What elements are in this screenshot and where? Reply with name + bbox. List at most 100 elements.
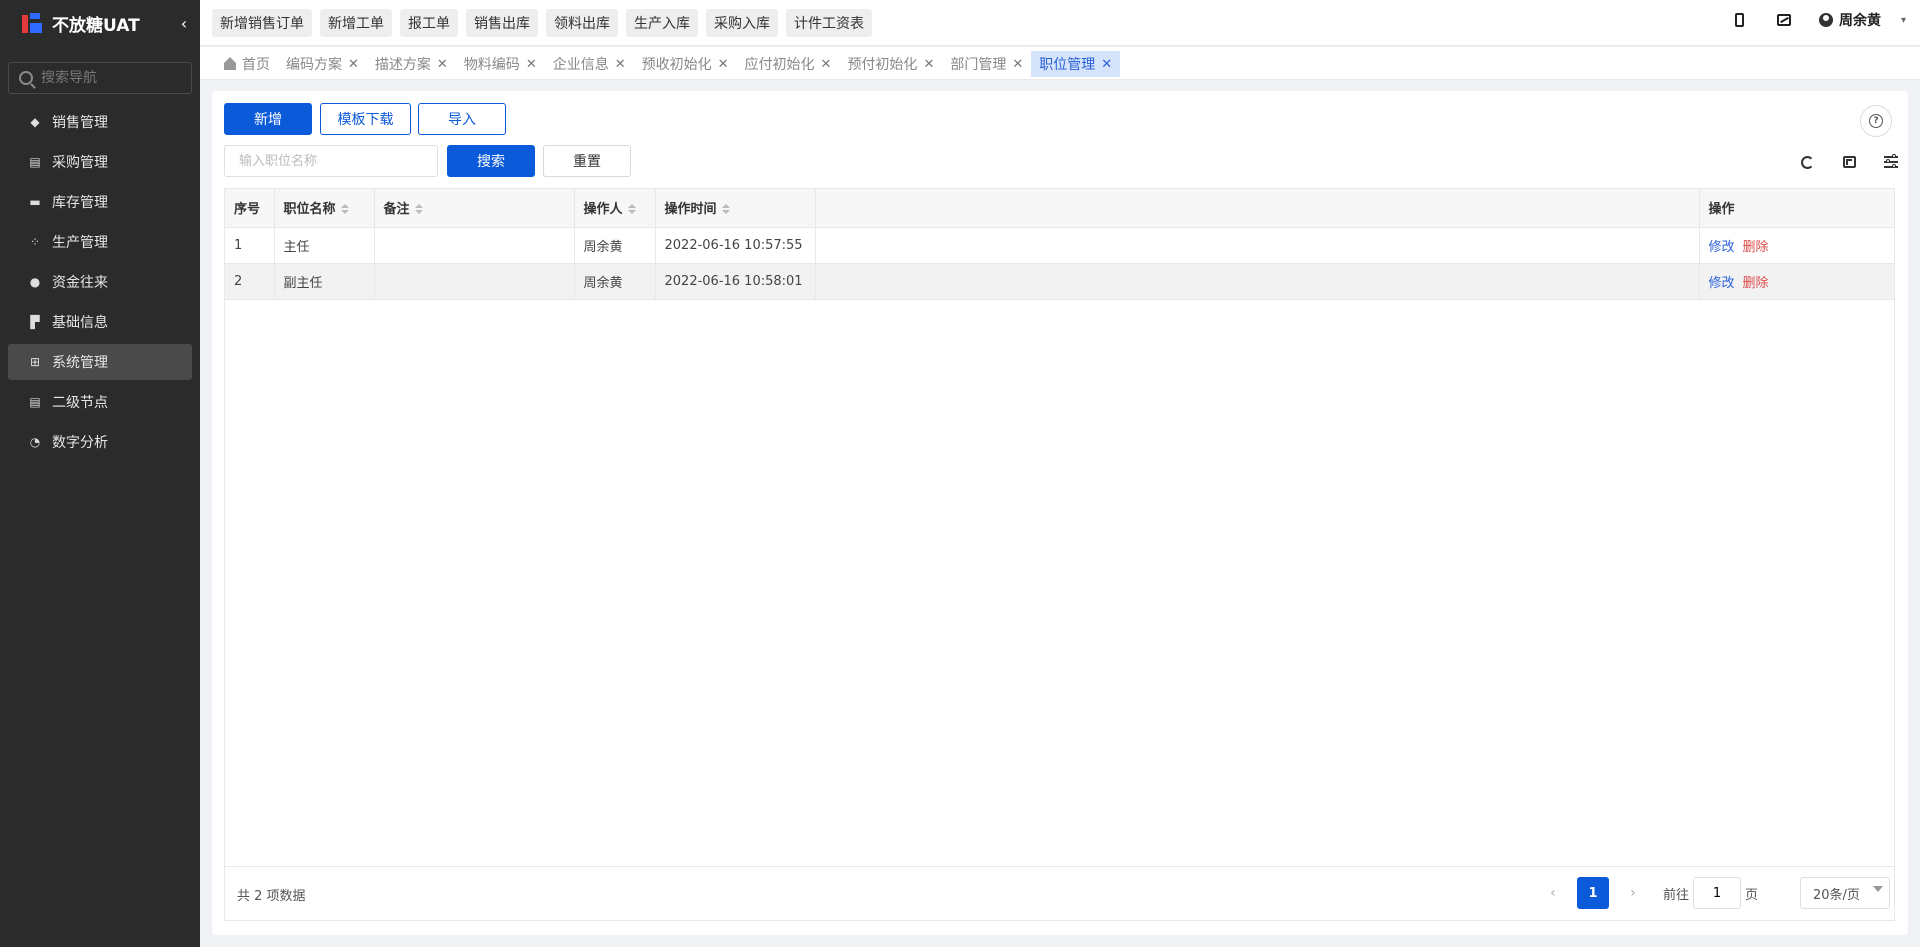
user-name: 周余黄 (1838, 13, 1881, 29)
close-icon[interactable]: ✕ (718, 57, 729, 72)
quick-add-sales-order-button[interactable]: 新增销售订单 (212, 9, 312, 37)
top-right-tools: 周余黄 ▾ (1731, 10, 1906, 30)
tab-label: 预收初始化 (641, 57, 712, 73)
sidebar-item-analysis[interactable]: ◔ 数字分析 (8, 424, 192, 460)
quick-material-outbound-button[interactable]: 领料出库 (546, 9, 618, 37)
chevron-left-icon[interactable]: ‹ (174, 13, 194, 33)
close-icon[interactable]: ✕ (923, 57, 934, 72)
close-icon[interactable]: ✕ (1101, 57, 1112, 72)
column-settings-icon[interactable] (1880, 151, 1902, 173)
page-size-select[interactable]: 20条/页 (1800, 877, 1890, 909)
tab-department[interactable]: 部门管理 ✕ (942, 51, 1031, 77)
next-page-icon[interactable]: › (1621, 877, 1645, 909)
sort-icon[interactable] (721, 203, 730, 216)
sidebar-search-input[interactable] (41, 70, 181, 86)
delete-link[interactable]: 删除 (1743, 240, 1769, 255)
tab-prepayment-init[interactable]: 预付初始化 ✕ (839, 51, 942, 77)
tab-label: 职位管理 (1039, 57, 1096, 73)
sort-icon[interactable] (414, 203, 423, 216)
quick-work-report-button[interactable]: 报工单 (400, 9, 458, 37)
close-icon[interactable]: ✕ (526, 57, 537, 72)
tab-label: 预付初始化 (847, 57, 918, 73)
box-icon: ▬ (29, 195, 41, 209)
brand: 不放糖UAT ‹ (0, 0, 200, 46)
edit-link[interactable]: 修改 (1709, 276, 1735, 291)
sidebar-item-basic-info[interactable]: ▛ 基础信息 (8, 304, 192, 340)
money-icon: ● (29, 275, 41, 289)
sidebar-search[interactable] (8, 62, 192, 94)
mobile-icon[interactable] (1731, 11, 1749, 29)
quick-add-work-order-button[interactable]: 新增工单 (320, 9, 392, 37)
tab-coding-scheme[interactable]: 编码方案 ✕ (278, 51, 367, 77)
sidebar-item-sales[interactable]: ◆ 销售管理 (8, 104, 192, 140)
quick-sales-outbound-button[interactable]: 销售出库 (466, 9, 538, 37)
table-footer: 共 2 项数据 ‹ 1 › 前往 页 20条/页 (225, 866, 1894, 920)
tabs-bar: 首页 编码方案 ✕ 描述方案 ✕ 物料编码 ✕ 企业信息 ✕ 预收初始化 ✕ 应… (200, 47, 1920, 80)
page-tabs: 首页 编码方案 ✕ 描述方案 ✕ 物料编码 ✕ 企业信息 ✕ 预收初始化 ✕ 应… (216, 51, 1121, 77)
user-menu[interactable]: 周余黄 ▾ (1818, 10, 1906, 30)
tab-description-scheme[interactable]: 描述方案 ✕ (367, 51, 456, 77)
sidebar: 不放糖UAT ‹ ◆ 销售管理 ▤ 采购管理 ▬ 库存管理 ⁘ 生产管理 ● 资… (0, 0, 200, 947)
column-header-position-name[interactable]: 职位名称 (274, 189, 375, 228)
close-icon[interactable]: ✕ (1012, 57, 1023, 72)
refresh-icon[interactable] (1796, 151, 1818, 173)
close-icon[interactable]: ✕ (615, 57, 626, 72)
tab-label: 企业信息 (552, 57, 609, 73)
add-button[interactable]: 新增 (224, 103, 312, 135)
tag-icon: ◆ (30, 115, 40, 129)
tab-label: 部门管理 (950, 57, 1007, 73)
tab-advance-receipt-init[interactable]: 预收初始化 ✕ (634, 51, 737, 77)
search-button[interactable]: 搜索 (447, 145, 535, 177)
tab-material-coding[interactable]: 物料编码 ✕ (456, 51, 545, 77)
sort-icon[interactable] (627, 203, 636, 216)
goto-page-input[interactable] (1692, 877, 1741, 909)
page-unit-label: 页 (1744, 887, 1758, 903)
column-header-operator[interactable]: 操作人 (574, 189, 656, 228)
column-header-remark[interactable]: 备注 (374, 189, 575, 228)
cell-operation-time: 2022-06-16 10:57:55 (655, 227, 816, 264)
delete-link[interactable]: 删除 (1743, 276, 1769, 291)
tab-payable-init[interactable]: 应付初始化 ✕ (737, 51, 840, 77)
position-name-input[interactable] (224, 145, 438, 177)
close-icon[interactable]: ✕ (437, 57, 448, 72)
quick-purchase-inbound-button[interactable]: 采购入库 (706, 9, 778, 37)
dashboard-icon[interactable] (1775, 11, 1793, 29)
sidebar-item-system[interactable]: ⊞ 系统管理 (8, 344, 192, 380)
template-download-button[interactable]: 模板下载 (320, 103, 411, 135)
sidebar-item-label: 生产管理 (52, 235, 108, 251)
cluster-icon: ⁘ (29, 235, 41, 249)
cell-operator: 周余黄 (574, 227, 656, 264)
fullscreen-icon[interactable] (1838, 151, 1860, 173)
page-number[interactable]: 1 (1576, 877, 1609, 909)
sidebar-item-production[interactable]: ⁘ 生产管理 (8, 224, 192, 260)
reset-button[interactable]: 重置 (543, 145, 631, 177)
close-icon[interactable]: ✕ (348, 57, 359, 72)
quick-piecework-wage-button[interactable]: 计件工资表 (786, 9, 872, 37)
quick-production-inbound-button[interactable]: 生产入库 (626, 9, 698, 37)
edit-link[interactable]: 修改 (1709, 240, 1735, 255)
sidebar-item-label: 基础信息 (52, 315, 108, 331)
sort-icon[interactable] (340, 203, 349, 216)
help-button[interactable]: ? (1860, 105, 1892, 137)
column-header-operation-time[interactable]: 操作时间 (655, 189, 816, 228)
sidebar-item-secondary-node[interactable]: ▤ 二级节点 (8, 384, 192, 420)
prev-page-icon[interactable]: ‹ (1541, 877, 1565, 909)
sidebar-item-purchase[interactable]: ▤ 采购管理 (8, 144, 192, 180)
pagination: ‹ 1 › 前往 页 20条/页 (1529, 877, 1890, 909)
cell-actions: 修改 删除 (1699, 263, 1895, 300)
sidebar-item-inventory[interactable]: ▬ 库存管理 (8, 184, 192, 220)
sidebar-item-label: 系统管理 (52, 355, 108, 371)
tab-position[interactable]: 职位管理 ✕ (1031, 51, 1121, 77)
sidebar-item-label: 数字分析 (52, 435, 108, 451)
top-bar: 新增销售订单 新增工单 报工单 销售出库 领料出库 生产入库 采购入库 计件工资… (200, 0, 1920, 46)
tab-company-info[interactable]: 企业信息 ✕ (545, 51, 634, 77)
cell-spacer (815, 227, 1700, 264)
goto-label: 前往 (1662, 887, 1689, 903)
sidebar-item-funds[interactable]: ● 资金往来 (8, 264, 192, 300)
app-title: 不放糖UAT (52, 15, 140, 36)
import-button[interactable]: 导入 (418, 103, 506, 135)
table-row: 1 主任 周余黄 2022-06-16 10:57:55 修改 删除 (225, 227, 1895, 264)
tab-label: 首页 (242, 57, 270, 73)
tab-home[interactable]: 首页 (216, 51, 278, 77)
close-icon[interactable]: ✕ (821, 57, 832, 72)
